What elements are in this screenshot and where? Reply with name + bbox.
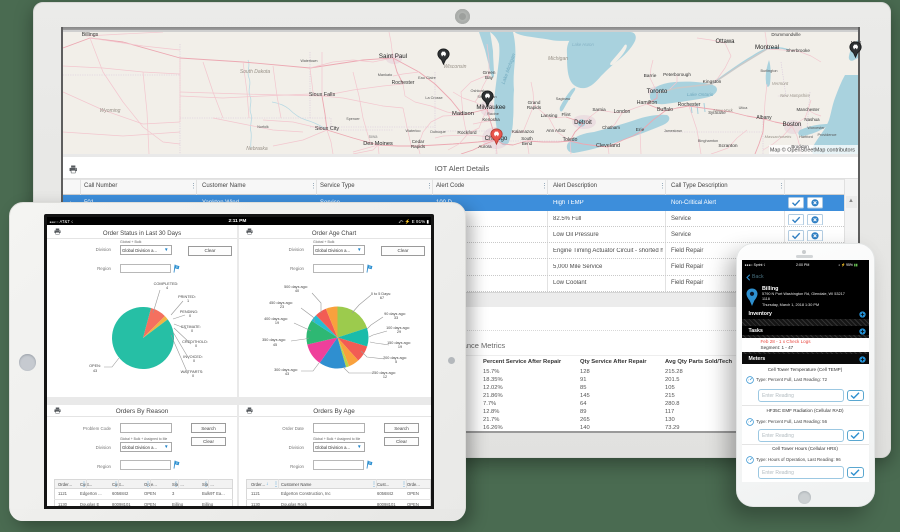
svg-text:Lake Huron: Lake Huron (572, 42, 594, 47)
svg-text:Map © OpenStreetMap contributo: Map © OpenStreetMap contributors (770, 147, 855, 154)
